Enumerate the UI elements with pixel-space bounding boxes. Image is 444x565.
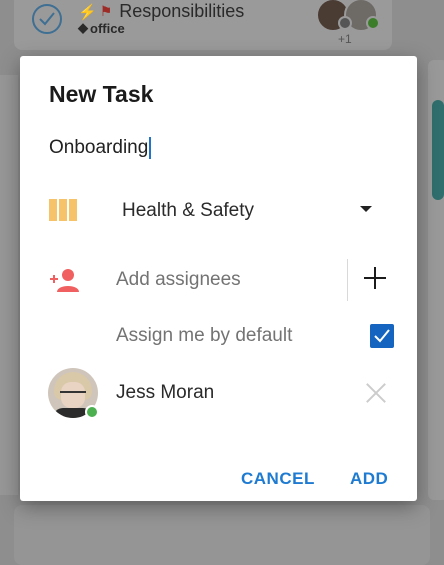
divider [347,259,348,301]
online-status-dot [85,405,99,419]
assignee-name: Jess Moran [116,382,215,403]
background-task-title: Responsibilities [119,1,245,21]
check-icon [374,329,390,343]
assignee-item: Jess Moran [20,368,417,419]
task-name-input[interactable]: Onboarding [49,135,379,161]
add-assignee-button[interactable] [364,267,386,289]
tag-label: office [90,20,125,36]
cancel-button[interactable]: CANCEL [241,469,315,489]
extra-assignees-count: +1 [338,32,352,46]
dialog-actions: CANCEL ADD [20,469,417,491]
dialog-title: New Task [49,81,154,107]
board-icon [49,199,77,221]
person-add-icon [50,269,79,292]
project-name: Health & Safety [122,200,255,221]
background-accent [432,100,444,200]
background-card-left [0,75,18,495]
background-card-bottom [14,505,430,565]
project-select[interactable]: Health & Safety [20,194,417,228]
assign-default-checkbox[interactable] [370,324,394,348]
task-name-value: Onboarding [49,137,149,158]
tag-icon: ◆ [78,20,88,35]
background-task-title-row: ⚡ ⚑ Responsibilities [78,1,244,22]
assign-default-row: Assign me by default [20,322,417,350]
text-cursor [149,137,152,159]
dropdown-arrow-icon[interactable] [360,206,372,212]
lightning-icon: ⚡ [78,3,97,21]
new-task-dialog: New Task Onboarding Health & Safety Add … [20,56,417,501]
add-button[interactable]: ADD [350,469,388,489]
status-dot [338,16,352,30]
remove-assignee-button[interactable] [366,383,386,403]
assignee-row: Add assignees [20,259,417,301]
add-assignees-input[interactable]: Add assignees [116,269,241,291]
flag-icon: ⚑ [99,3,113,19]
assign-default-label: Assign me by default [116,325,293,346]
task-complete-icon [32,4,62,34]
background-task-tag: ◆ office [78,20,125,36]
status-dot [366,16,380,30]
